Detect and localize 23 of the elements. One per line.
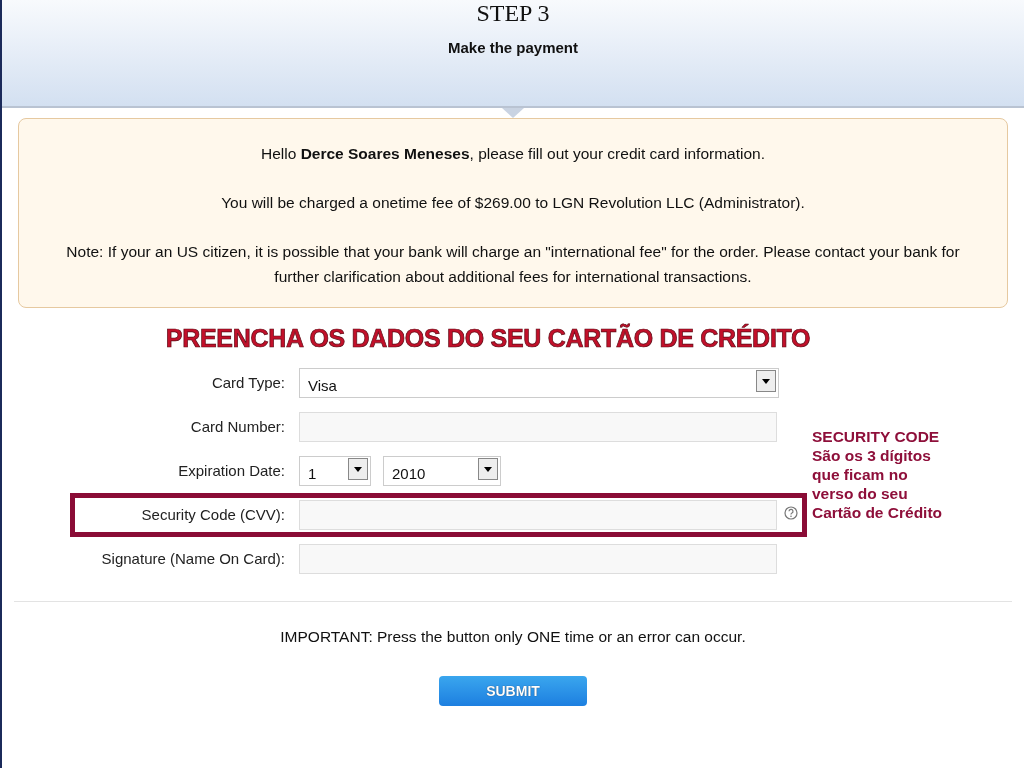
help-icon[interactable]	[784, 506, 798, 520]
security-code-note: São os 3 dígitos	[812, 446, 932, 465]
notice-text: Note: If your an US citizen, it is possible that your bank will charge an "international fee" for the order. Please contact your bank for further clarification about additional fees for international transactions.	[65, 242, 961, 287]
card-type-select[interactable]: Visa	[299, 368, 779, 398]
security-code-note: Cartão de Crédito	[812, 503, 943, 522]
security-code-note: verso do seu	[812, 484, 909, 503]
notice-text: You will be charged a onetime fee of $269.00 to LGN Revolution LLC (Administrator).	[220, 193, 806, 213]
notice-text: Hello Derce Soares Meneses, please fill out your credit card information.	[260, 144, 766, 164]
field-label: Card Number:	[189, 417, 285, 437]
field-label: Expiration Date:	[177, 461, 285, 481]
field-label: Signature (Name On Card):	[100, 549, 285, 569]
field-label: Security Code (CVV):	[140, 505, 285, 525]
year-select[interactable]: 2010	[383, 456, 501, 486]
step-subtitle: Make the payment	[447, 39, 578, 56]
step-title: STEP 3	[476, 0, 550, 27]
input-field[interactable]	[299, 412, 777, 442]
input-field[interactable]	[299, 544, 777, 574]
security-code-note: SECURITY CODE	[812, 427, 941, 446]
field-label: Card Type:	[210, 373, 285, 393]
section-heading: PREENCHA OS DADOS DO SEU CARTÃO DE CRÉDITO	[165, 324, 811, 353]
month-select[interactable]: 1	[299, 456, 371, 486]
security-code-note: que ficam no	[812, 465, 909, 484]
important-note: IMPORTANT: Press the button only ONE time or an error can occur.	[280, 628, 746, 646]
